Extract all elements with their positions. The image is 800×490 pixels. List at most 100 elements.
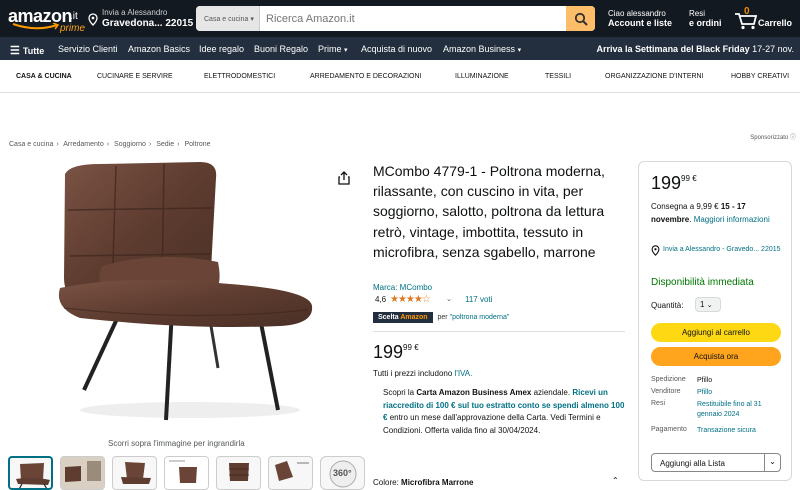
price-whole: 199: [373, 342, 404, 362]
nav-item-prime[interactable]: Prime ▾: [318, 44, 348, 54]
category-hobby[interactable]: HOBBY CREATIVI: [731, 73, 789, 80]
quantity-select[interactable]: 1 ⌄: [695, 297, 721, 312]
brand-link[interactable]: Marca: MCombo: [373, 283, 432, 292]
amex-text-3: aziendale.: [533, 388, 571, 397]
thumbnail-5[interactable]: [216, 456, 261, 490]
sponsored-label[interactable]: Sponsorizzato ⓘ: [750, 132, 796, 141]
thumbnail-6[interactable]: [268, 456, 313, 490]
buy-box: 19999 € Consegna a 9,99 € 15 - 17 novemb…: [638, 161, 792, 481]
buybox-price-whole: 199: [651, 173, 682, 193]
category-organization[interactable]: ORGANIZZAZIONE D'INTERNI: [605, 73, 704, 80]
nav-item-amazon-business[interactable]: Amazon Business ▾: [443, 44, 521, 54]
category-appliances[interactable]: ELETTRODOMESTICI: [204, 73, 275, 80]
info-value: Pfillo: [697, 377, 713, 384]
nav-item-amazon-basics[interactable]: Amazon Basics: [128, 44, 190, 54]
orders-link[interactable]: Resi e ordini: [689, 9, 722, 28]
nav-prime-label: Prime: [318, 44, 342, 54]
black-friday-promo[interactable]: Arriva la Settimana del Black Friday 17-…: [597, 44, 794, 54]
cart-button[interactable]: 0 Carrello: [734, 6, 796, 32]
seller-link[interactable]: Pfillo: [697, 388, 777, 398]
info-key: Resi: [651, 400, 666, 407]
breadcrumb-furniture[interactable]: Arredamento: [63, 141, 103, 148]
payment-link[interactable]: Transazione sicura: [697, 426, 777, 436]
divider: [373, 331, 625, 332]
nav-all-menu[interactable]: ☰ Tutte: [10, 44, 44, 57]
star-rating-icon[interactable]: ★★★★☆: [390, 294, 431, 305]
product-main-image[interactable]: [40, 158, 330, 432]
location-pin-icon: [651, 245, 660, 256]
chevron-down-icon: ▾: [344, 47, 348, 54]
thumbnail-4[interactable]: [164, 456, 209, 490]
breadcrumb-home-kitchen[interactable]: Casa e cucina: [9, 141, 53, 148]
amazon-logo[interactable]: amazon .it prime: [8, 6, 85, 34]
nav-all-label: Tutte: [22, 46, 45, 56]
amex-text-1: Scopri la: [383, 388, 415, 397]
detail-thumbnail-icon: [165, 457, 208, 489]
thumbnail-2[interactable]: [60, 456, 105, 490]
chevron-up-icon[interactable]: ⌃: [612, 476, 619, 485]
badge-for: per: [437, 314, 448, 321]
promo-title: Arriva la Settimana del Black Friday: [596, 44, 750, 54]
search-button[interactable]: [566, 6, 595, 31]
cart-icon: [735, 13, 758, 30]
chevron-down-icon[interactable]: ⌄: [446, 295, 452, 303]
search-category-label: Casa e cucina: [204, 16, 249, 23]
vat-prefix: Tutti i prezzi includono: [373, 369, 453, 378]
search-category-select[interactable]: Casa e cucina ▾: [196, 6, 260, 31]
quantity-row: Quantità: 1 ⌄: [651, 297, 721, 312]
delivery-more-link[interactable]: Maggiori informazioni: [694, 215, 770, 224]
chevron-down-icon: ▾: [517, 47, 522, 54]
quantity-value: 1: [700, 300, 705, 309]
color-value: Microfibra Marrone: [401, 478, 474, 487]
share-button[interactable]: [338, 171, 350, 190]
thumbnail-360-video[interactable]: 360°: [320, 456, 365, 490]
chevron-down-icon[interactable]: ⌄: [764, 454, 780, 471]
category-furniture-decor[interactable]: ARREDAMENTO E DECORAZIONI: [310, 73, 422, 80]
nav-item-gift-ideas[interactable]: Idee regalo: [199, 44, 244, 54]
info-key: Pagamento: [651, 426, 687, 433]
delivery-location-text: Invia a Alessandro - Gravedo... 22015: [663, 246, 781, 253]
cart-label: Carrello: [758, 18, 793, 28]
thumbnail-3[interactable]: [112, 456, 157, 490]
vat-link[interactable]: l'IVA.: [455, 369, 473, 378]
category-nav: CASA & CUCINA CUCINARE E SERVIRE ELETTRO…: [0, 60, 800, 93]
availability-status: Disponibilità immediata: [651, 277, 754, 288]
breadcrumb-chairs[interactable]: Sedie: [156, 141, 174, 148]
info-key: Venditore: [651, 388, 681, 395]
add-to-cart-button[interactable]: Aggiungi al carrello: [651, 323, 781, 342]
badge-brand: Amazon: [400, 314, 428, 321]
category-cooking[interactable]: CUCINARE E SERVIRE: [97, 73, 173, 80]
thumbnail-1[interactable]: [8, 456, 53, 490]
nav-item-gift-cards[interactable]: Buoni Regalo: [254, 44, 308, 54]
category-textiles[interactable]: TESSILI: [545, 73, 571, 80]
breadcrumb-armchairs[interactable]: Poltrone: [184, 141, 210, 148]
orders-line2: e ordini: [689, 18, 722, 28]
add-to-list-label: Aggiungi alla Lista: [660, 459, 725, 468]
main-nav: ☰ Tutte Servizio Clienti Amazon Basics Id…: [0, 37, 800, 60]
buybox-price-cents: 99: [681, 174, 690, 183]
add-to-list-button[interactable]: Aggiungi alla Lista ⌄: [651, 453, 781, 472]
category-home-kitchen[interactable]: CASA & CUCINA: [16, 73, 72, 80]
buy-now-button[interactable]: Acquista ora: [651, 347, 781, 366]
breadcrumb-separator: ›: [148, 141, 152, 148]
account-menu[interactable]: Ciao alessandro Account e liste: [608, 9, 672, 28]
breadcrumb: Casa e cucina › Arredamento › Soggiorno › S…: [9, 141, 211, 148]
zoom-hint: Scorri sopra l'immagine per ingrandirla: [108, 439, 245, 448]
returns-link[interactable]: Restituibile fino al 31 gennaio 2024: [697, 400, 777, 420]
ratings-count-link[interactable]: 117 voti: [465, 295, 492, 304]
color-label: Colore:: [373, 478, 399, 487]
hamburger-icon: ☰: [10, 45, 20, 57]
search-input[interactable]: [260, 6, 565, 31]
armchair-thumbnail-icon: [229, 463, 249, 481]
promo-dates: 17-27 nov.: [752, 44, 794, 54]
nav-item-customer-service[interactable]: Servizio Clienti: [58, 44, 118, 54]
category-lighting[interactable]: ILLUMINAZIONE: [455, 73, 509, 80]
breadcrumb-living-room[interactable]: Soggiorno: [114, 141, 146, 148]
quantity-label: Quantità:: [651, 301, 684, 310]
nav-item-buy-again[interactable]: Acquista di nuovo: [361, 44, 432, 54]
top-header: amazon .it prime Invia a Alessandro Grav…: [0, 0, 800, 37]
color-selector[interactable]: Colore: Microfibra Marrone: [373, 478, 474, 487]
badge-keyword-link[interactable]: "poltrona moderna": [450, 314, 510, 321]
share-icon: [338, 171, 350, 185]
armchair-image: [58, 162, 313, 421]
